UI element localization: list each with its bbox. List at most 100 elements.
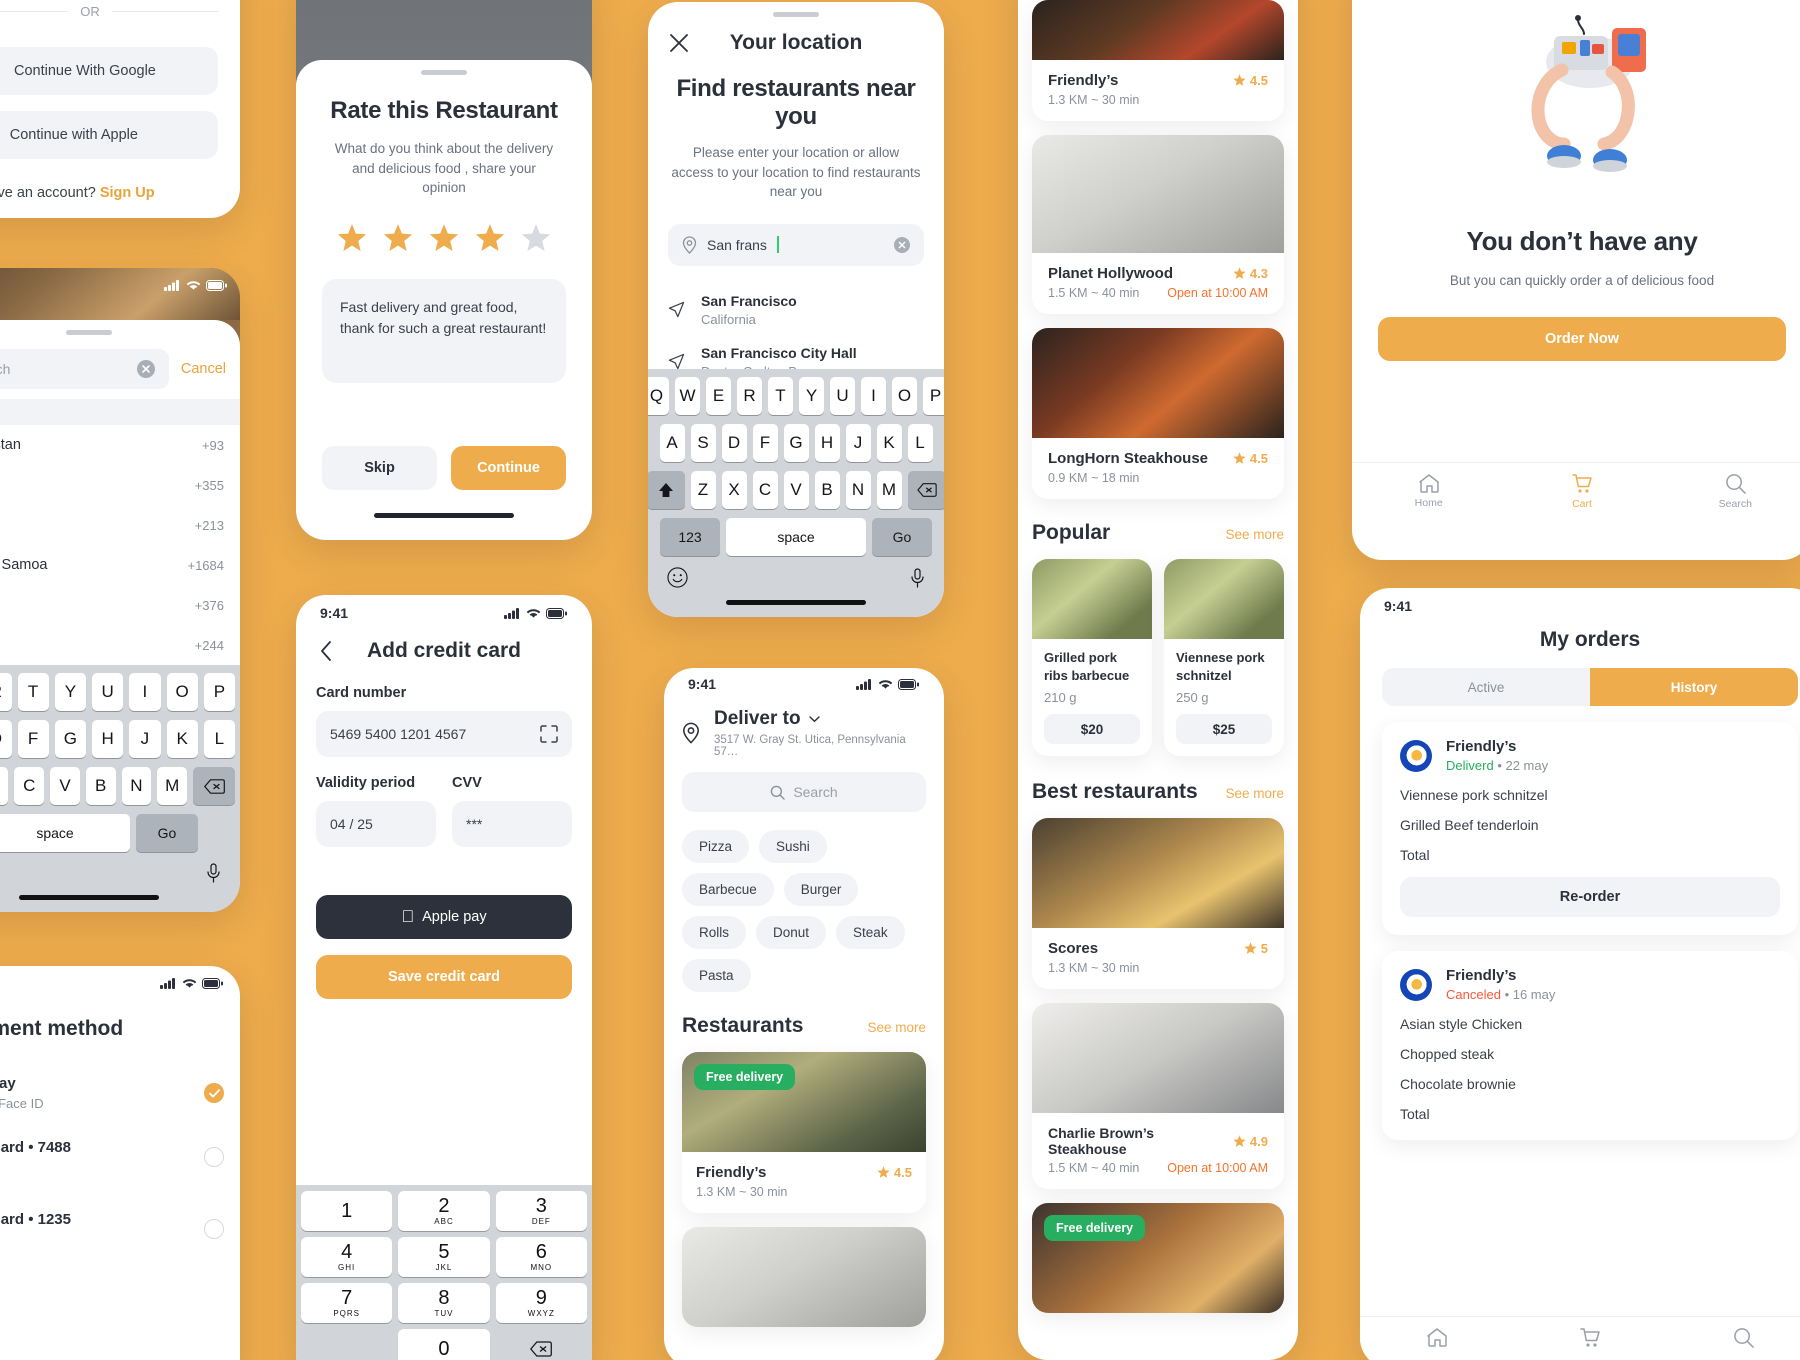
keypad-key-1[interactable]: 1 xyxy=(301,1191,393,1231)
keyboard-row-3[interactable]: Z X C V B N M xyxy=(648,471,944,509)
key-P[interactable]: P xyxy=(203,673,235,711)
tab-history[interactable]: History xyxy=(1590,668,1798,706)
keyboard-bottom-row[interactable] xyxy=(653,565,939,600)
scan-card-icon[interactable] xyxy=(540,725,558,743)
key-H[interactable]: H xyxy=(92,720,124,758)
country-row[interactable]: fghanistan +93 xyxy=(0,425,240,465)
category-chip-pasta[interactable]: Pasta xyxy=(682,959,751,992)
key-V[interactable]: V xyxy=(50,767,80,805)
restaurant-card[interactable]: Free delivery xyxy=(1032,1203,1284,1314)
keypad-key-8[interactable]: 8 TUV xyxy=(398,1283,490,1323)
key-F[interactable]: F xyxy=(752,424,778,462)
restaurant-card[interactable]: Planet Hollywood 4.3 1.5 KM ~ 40 min Ope… xyxy=(1032,135,1284,314)
key-M[interactable]: M xyxy=(157,767,188,805)
sign-up-link[interactable]: Sign Up xyxy=(100,185,155,201)
restaurant-card[interactable] xyxy=(682,1227,926,1327)
key-D[interactable]: D xyxy=(0,720,12,758)
key-C[interactable]: C xyxy=(752,471,778,509)
key-K[interactable]: K xyxy=(876,424,902,462)
popular-card[interactable]: Grilled pork ribs barbecue 210 g $20 xyxy=(1032,559,1152,757)
keyboard-row-1[interactable]: E R T Y U I O P xyxy=(0,673,235,711)
mic-icon[interactable] xyxy=(206,863,221,883)
re-order-button[interactable]: Re-order xyxy=(1400,877,1780,917)
category-chip-sushi[interactable]: Sushi xyxy=(759,830,827,863)
key-Y[interactable]: Y xyxy=(54,673,86,711)
dish-price[interactable]: $25 xyxy=(1176,714,1272,745)
restaurant-card[interactable]: Charlie Brown’s Steakhouse 4.9 1.5 KM ~ … xyxy=(1032,1003,1284,1190)
keypad-key-4[interactable]: 4 GHI xyxy=(301,1237,393,1277)
category-chip-barbecue[interactable]: Barbecue xyxy=(682,873,774,906)
category-chip-donut[interactable]: Donut xyxy=(756,916,827,949)
key-I[interactable]: I xyxy=(861,377,886,415)
dish-price[interactable]: $20 xyxy=(1044,714,1140,745)
key-U[interactable]: U xyxy=(92,673,124,711)
keypad-backspace[interactable] xyxy=(496,1329,587,1360)
deliver-to-row[interactable]: Deliver to 3517 W. Gray St. Utica, Penns… xyxy=(664,692,944,758)
keyboard-row-3[interactable]: Z X C V B N M xyxy=(0,767,236,805)
key-X[interactable]: X xyxy=(721,471,747,509)
key-Q[interactable]: Q xyxy=(648,377,669,415)
country-list[interactable]: fghanistan +93 lbania +355 lgeria +213 m… xyxy=(0,425,240,705)
payment-method-list[interactable]: pple Pay ay with Face ID asterCard • 748… xyxy=(0,1041,240,1265)
key-H[interactable]: H xyxy=(814,424,840,462)
country-row[interactable]: ndorra +376 xyxy=(0,585,240,625)
restaurant-card[interactable]: Scores 5 1.3 KM ~ 30 min xyxy=(1032,818,1284,990)
restaurants-see-more[interactable]: See more xyxy=(867,1020,926,1035)
restaurant-card[interactable]: LongHorn Steakhouse 4.5 0.9 KM ~ 18 min xyxy=(1032,328,1284,499)
go-key[interactable]: Go xyxy=(136,814,198,852)
key-M[interactable]: M xyxy=(876,471,902,509)
key-J[interactable]: J xyxy=(129,720,161,758)
key-S[interactable]: S xyxy=(690,424,716,462)
key-R[interactable]: R xyxy=(737,377,762,415)
popular-list[interactable]: Grilled pork ribs barbecue 210 g $20 Vie… xyxy=(1032,559,1284,757)
star-icon-4[interactable] xyxy=(475,223,505,253)
key-W[interactable]: W xyxy=(675,377,700,415)
go-key[interactable]: Go xyxy=(872,518,932,556)
apple-pay-button[interactable]:  Apple pay xyxy=(316,895,572,939)
card-number-input[interactable]: 5469 5400 1201 4567 xyxy=(316,711,572,757)
nav-item-cart[interactable]: Cart xyxy=(1505,463,1658,516)
star-icon-3[interactable] xyxy=(429,223,459,253)
key-R[interactable]: R xyxy=(0,673,12,711)
category-chip-steak[interactable]: Steak xyxy=(836,916,905,949)
category-chip-burger[interactable]: Burger xyxy=(783,873,859,906)
payment-method-row[interactable]: pple Pay ay with Face ID xyxy=(0,1065,224,1121)
close-icon[interactable] xyxy=(670,34,688,52)
key-P[interactable]: P xyxy=(923,377,944,415)
keypad-row-3[interactable]: 7 PQRS 8 TUV 9 WXYZ xyxy=(301,1283,587,1323)
country-row[interactable]: ngola +244 xyxy=(0,625,240,665)
key-F[interactable]: F xyxy=(17,720,49,758)
category-chip-pizza[interactable]: Pizza xyxy=(682,830,750,863)
chevron-down-icon[interactable] xyxy=(808,715,820,723)
mic-icon[interactable] xyxy=(910,567,925,588)
numbers-key[interactable]: 123 xyxy=(660,518,720,556)
key-O[interactable]: O xyxy=(166,673,198,711)
orders-tabs[interactable]: Active History xyxy=(1382,668,1798,706)
popular-see-more[interactable]: See more xyxy=(1225,527,1284,542)
review-textarea[interactable]: Fast delivery and great food, thank for … xyxy=(322,278,566,383)
tab-active[interactable]: Active xyxy=(1382,668,1590,706)
key-O[interactable]: O xyxy=(892,377,917,415)
key-A[interactable]: A xyxy=(659,424,685,462)
key-B[interactable]: B xyxy=(85,767,116,805)
keypad-key-5[interactable]: 5 JKL xyxy=(398,1237,490,1277)
country-search-input[interactable]: Search xyxy=(0,349,169,389)
cvv-input[interactable]: *** xyxy=(452,801,572,847)
keyboard-row-2[interactable]: S D F G H J K L xyxy=(0,720,235,758)
keyboard-row-2[interactable]: A S D F G H J K L xyxy=(653,424,939,462)
continue-with-apple-button[interactable]:  Continue with Apple xyxy=(0,111,218,159)
key-K[interactable]: K xyxy=(166,720,198,758)
keyboard-row-4[interactable]: 123 space Go xyxy=(653,518,939,556)
key-G[interactable]: G xyxy=(783,424,809,462)
key-T[interactable]: T xyxy=(17,673,49,711)
payment-method-radio[interactable] xyxy=(204,1147,224,1167)
key-X[interactable]: X xyxy=(0,767,9,805)
best-restaurants-see-more[interactable]: See more xyxy=(1225,786,1284,801)
key-C[interactable]: C xyxy=(14,767,45,805)
keypad-row-2[interactable]: 4 GHI 5 JKL 6 MNO xyxy=(301,1237,587,1277)
keypad-key-6[interactable]: 6 MNO xyxy=(495,1237,587,1277)
keypad-key-9[interactable]: 9 WXYZ xyxy=(495,1283,587,1323)
key-G[interactable]: G xyxy=(54,720,86,758)
category-chip-rolls[interactable]: Rolls xyxy=(682,916,747,949)
payment-method-radio-selected[interactable] xyxy=(204,1083,224,1103)
